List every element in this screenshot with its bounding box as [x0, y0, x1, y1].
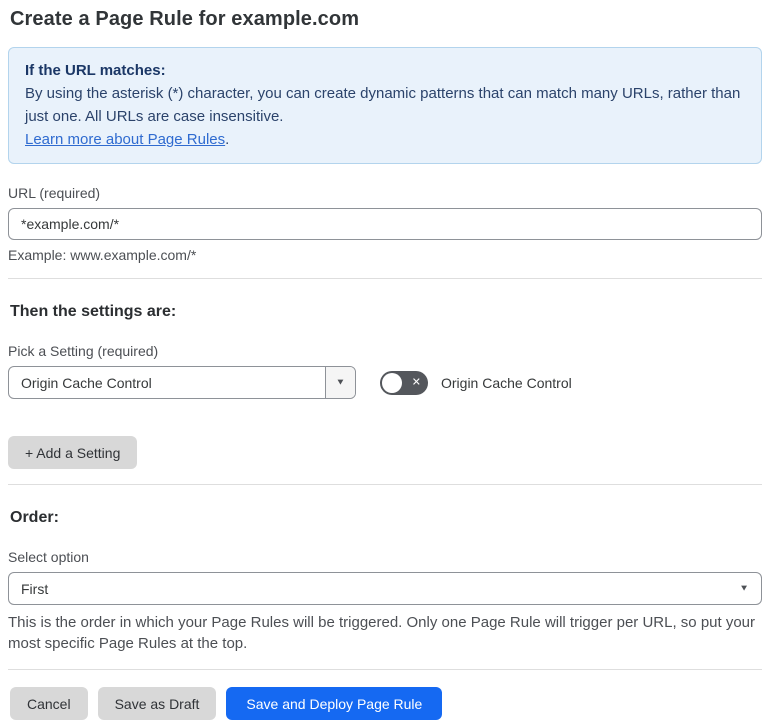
info-box-body: By using the asterisk (*) character, you…: [25, 85, 741, 125]
learn-more-link-suffix: .: [225, 131, 230, 148]
setting-select-value: Origin Cache Control: [21, 374, 152, 391]
toggle-knob: [382, 372, 402, 393]
order-section-heading: Order:: [10, 509, 59, 526]
setting-row: Origin Cache Control ▼ ✕ Origin Cache Co…: [8, 366, 762, 399]
section-divider: [8, 484, 762, 485]
learn-more-link[interactable]: Learn more about Page Rules: [25, 131, 225, 148]
pick-setting-label: Pick a Setting (required): [8, 343, 159, 359]
toggle-label: Origin Cache Control: [441, 374, 572, 391]
url-input[interactable]: [8, 208, 762, 240]
order-helper-text: This is the order in which your Page Rul…: [8, 614, 756, 652]
order-select[interactable]: First ▼: [8, 572, 762, 605]
add-setting-button[interactable]: + Add a Setting: [8, 436, 138, 469]
url-helper-text: Example: www.example.com/*: [8, 247, 197, 263]
save-and-deploy-button[interactable]: Save and Deploy Page Rule: [226, 687, 443, 720]
origin-cache-control-toggle[interactable]: ✕: [380, 370, 428, 395]
order-select-label: Select option: [8, 549, 89, 565]
setting-select[interactable]: Origin Cache Control ▼: [8, 366, 356, 399]
url-match-info-box: If the URL matches: By using the asteris…: [8, 47, 762, 164]
chevron-down-icon: ▼: [739, 583, 749, 593]
section-divider: [8, 278, 762, 279]
create-page-rule-form: Create a Page Rule for example.com If th…: [0, 0, 770, 720]
cancel-button[interactable]: Cancel: [10, 687, 88, 720]
page-title: Create a Page Rule for example.com: [10, 8, 360, 30]
settings-section-heading: Then the settings are:: [10, 303, 177, 320]
setting-select-arrow-button[interactable]: ▼: [325, 367, 355, 398]
toggle-off-x-icon: ✕: [411, 376, 421, 388]
section-divider: [8, 669, 762, 670]
info-box-link-line: Learn more about Page Rules.: [25, 128, 745, 151]
save-as-draft-button[interactable]: Save as Draft: [97, 687, 217, 720]
url-label: URL (required): [8, 185, 101, 201]
order-select-value: First: [21, 580, 49, 597]
chevron-down-icon: ▼: [335, 377, 346, 387]
footer-actions: Cancel Save as Draft Save and Deploy Pag…: [8, 687, 762, 720]
url-field-group: URL (required) Example: www.example.com/…: [8, 185, 762, 263]
info-box-heading: If the URL matches:: [25, 62, 166, 79]
